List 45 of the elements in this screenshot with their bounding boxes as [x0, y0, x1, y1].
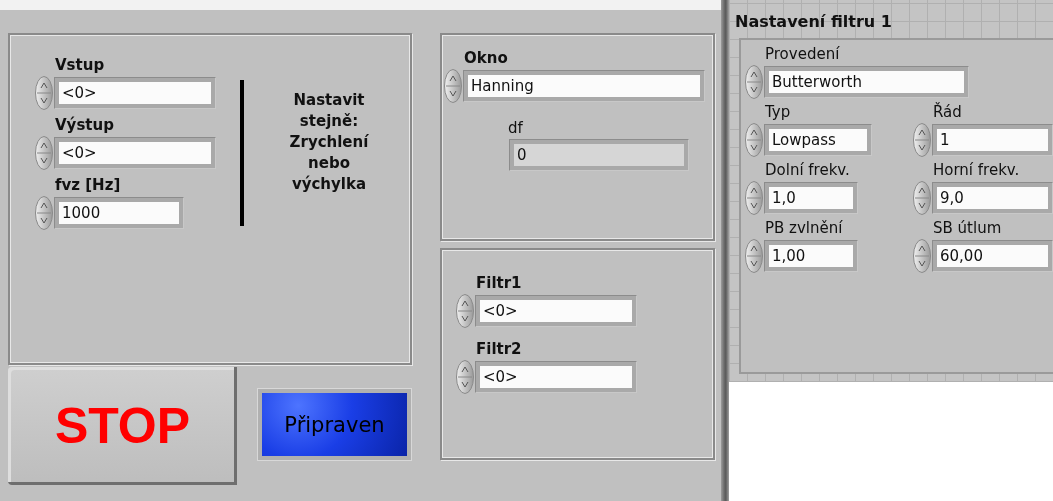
spinner-button[interactable]: [35, 136, 53, 170]
spinner-button[interactable]: [913, 181, 931, 215]
value-field[interactable]: <0>: [54, 77, 216, 109]
status-indicator: Připraven: [262, 393, 407, 456]
spinner-button[interactable]: [35, 76, 53, 110]
control-label: PB zvlnění: [765, 218, 844, 239]
value-field[interactable]: Lowpass: [764, 124, 872, 156]
control-label: Řád: [933, 101, 963, 123]
value-field[interactable]: 9,0: [932, 182, 1053, 214]
spinner-button[interactable]: [444, 69, 462, 103]
value-field[interactable]: 1000: [54, 197, 184, 229]
value-field[interactable]: <0>: [475, 361, 637, 393]
control-label: Horní frekv.: [933, 160, 1021, 181]
spinner-button[interactable]: [745, 181, 763, 215]
value-field[interactable]: Hanning: [463, 70, 705, 102]
control-label: Dolní frekv.: [765, 160, 851, 181]
spinner-button[interactable]: [456, 294, 474, 328]
spinner-button[interactable]: [745, 239, 763, 273]
splitter-bar[interactable]: [721, 0, 729, 501]
control-label: Vstup: [55, 55, 106, 76]
control-label: Provedení: [765, 44, 841, 65]
control-label: Typ: [765, 102, 792, 123]
spinner-button[interactable]: [913, 239, 931, 273]
value-field[interactable]: Butterworth: [764, 66, 969, 98]
value-field[interactable]: <0>: [54, 137, 216, 169]
control-label: Filtr1: [476, 273, 523, 294]
cluster-title: Nastavení filtru 1: [735, 12, 893, 32]
control-label: Výstup: [55, 115, 115, 136]
value-field[interactable]: 1,0: [764, 182, 858, 214]
spinner-button[interactable]: [745, 123, 763, 157]
value-field[interactable]: <0>: [475, 295, 637, 327]
spinner-button[interactable]: [35, 196, 53, 230]
control-label: Filtr2: [476, 339, 523, 360]
spinner-button[interactable]: [456, 360, 474, 394]
control-label: df: [508, 118, 524, 139]
control-label: Okno: [464, 48, 509, 69]
control-label: SB útlum: [933, 218, 1003, 239]
output-field: 0: [509, 139, 689, 171]
spinner-button[interactable]: [913, 123, 931, 157]
value-field[interactable]: 1: [932, 124, 1053, 156]
instruction-note: Nastavit stejně: Zrychlení nebo výchylka: [288, 90, 370, 195]
value-field[interactable]: 1,00: [764, 240, 858, 272]
spinner-button[interactable]: [745, 65, 763, 99]
control-label: fvz [Hz]: [55, 175, 122, 196]
value-field[interactable]: 60,00: [932, 240, 1053, 272]
